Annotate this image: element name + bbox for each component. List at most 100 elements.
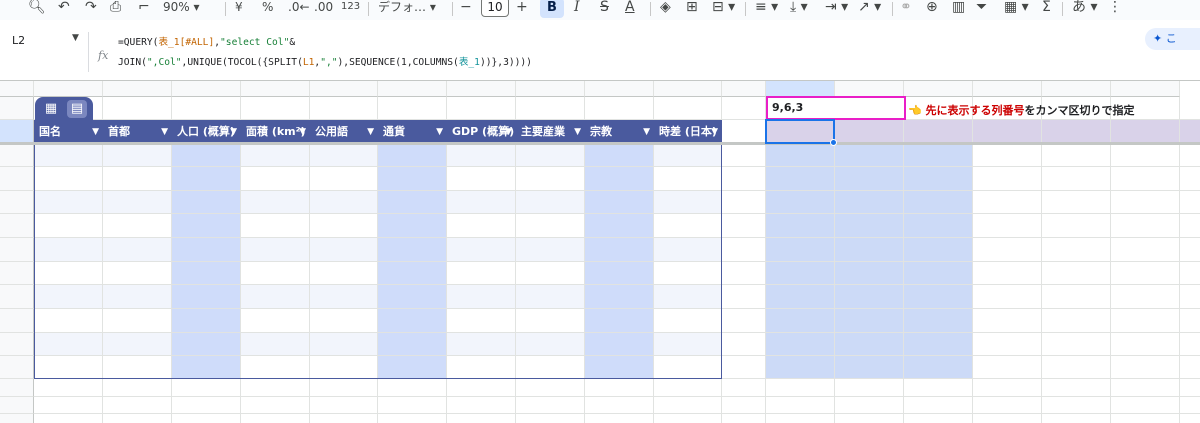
result-cell[interactable] (835, 333, 904, 356)
column-header-a[interactable] (34, 81, 103, 97)
column-header-g[interactable] (447, 81, 516, 97)
insert-link-icon[interactable]: ⚭ (900, 0, 912, 18)
result-cell[interactable] (1042, 167, 1111, 190)
table-icon[interactable]: ▦ (41, 100, 61, 118)
l1-input-cell[interactable]: 9,6,3 (766, 96, 906, 120)
row-header-14[interactable] (0, 397, 34, 414)
column-header-p[interactable] (1042, 81, 1111, 97)
column-header-c[interactable] (172, 81, 241, 97)
result-cell[interactable] (1042, 262, 1111, 285)
result-cell[interactable] (973, 356, 1042, 379)
freeze-divider[interactable] (0, 142, 1200, 145)
result-cell[interactable] (1111, 167, 1180, 190)
result-cell[interactable] (904, 214, 973, 237)
row-header-7[interactable] (0, 238, 34, 262)
functions-icon[interactable]: Σ (1042, 0, 1051, 18)
more-icon[interactable]: ⋮ (1108, 0, 1122, 18)
bold-button[interactable]: B (540, 0, 564, 18)
formula-input[interactable]: =QUERY(表_1[#ALL],"select Col"& JOIN(",Co… (118, 33, 532, 73)
result-cell[interactable] (973, 285, 1042, 308)
result-cell[interactable] (973, 238, 1042, 261)
currency-format-button[interactable]: ¥ (235, 0, 243, 18)
column-header-i[interactable] (585, 81, 654, 97)
filter-views-icon[interactable]: ▦ ▾ (1004, 0, 1029, 18)
row-header-3[interactable] (0, 144, 34, 167)
column-header-o[interactable] (973, 81, 1042, 97)
insert-chart-icon[interactable]: ▥ (952, 0, 965, 18)
result-cell[interactable] (1111, 191, 1180, 214)
result-cell[interactable] (835, 285, 904, 308)
result-cell[interactable] (766, 262, 835, 285)
result-cell[interactable] (766, 309, 835, 332)
row-header-2[interactable] (0, 120, 34, 144)
select-all-corner[interactable] (0, 81, 34, 97)
result-cell[interactable] (1111, 309, 1180, 332)
row-header-5[interactable] (0, 191, 34, 214)
font-size-decrease-icon[interactable]: − (460, 0, 472, 18)
result-cell[interactable] (1111, 285, 1180, 308)
column-header-e[interactable] (310, 81, 378, 97)
result-cell[interactable] (766, 214, 835, 237)
vertical-align-icon[interactable]: ⤓ ▾ (790, 0, 808, 18)
fill-color-icon[interactable]: ◈ (660, 0, 671, 18)
filter-icon[interactable]: ⏷ (976, 0, 987, 18)
result-cell[interactable] (904, 262, 973, 285)
font-size-increase-icon[interactable]: + (516, 0, 528, 18)
result-cell[interactable] (1042, 333, 1111, 356)
result-cell[interactable] (1111, 356, 1180, 379)
row-header-11[interactable] (0, 333, 34, 356)
text-rotation-icon[interactable]: ↗ ▾ (858, 0, 881, 18)
text-wrap-icon[interactable]: ⇥ ▾ (825, 0, 848, 18)
result-cell[interactable] (1111, 333, 1180, 356)
strikethrough-icon[interactable]: S (600, 0, 609, 18)
result-cell[interactable] (1180, 167, 1200, 190)
result-cell[interactable] (766, 333, 835, 356)
result-cell[interactable] (1180, 191, 1200, 214)
row-header-10[interactable] (0, 309, 34, 333)
result-cell[interactable] (1042, 238, 1111, 261)
column-header-d[interactable] (241, 81, 310, 97)
column-header-f[interactable] (378, 81, 447, 97)
font-family-select[interactable]: デフォ… ▾ (378, 0, 436, 18)
column-header-l[interactable] (766, 81, 835, 97)
column-header-q[interactable] (1111, 81, 1180, 97)
insert-comment-icon[interactable]: ⊕ (926, 0, 938, 18)
result-cell[interactable] (1180, 285, 1200, 308)
column-header-n[interactable] (904, 81, 973, 97)
result-cell[interactable] (904, 167, 973, 190)
result-cell[interactable] (1042, 191, 1111, 214)
result-cell[interactable] (904, 144, 973, 167)
result-cell[interactable] (766, 191, 835, 214)
result-cell[interactable] (973, 333, 1042, 356)
result-cell[interactable] (835, 356, 904, 379)
result-cell[interactable] (1111, 144, 1180, 167)
result-cell[interactable] (766, 144, 835, 167)
column-header-m[interactable] (835, 81, 904, 97)
result-cell[interactable] (1042, 356, 1111, 379)
row-header-15[interactable] (0, 414, 34, 423)
column-header-k[interactable] (722, 81, 766, 97)
spreadsheet-grid[interactable]: 国名 ▼ 首都 ▼ 人口 (概算) ▼ 面積 (km²) ▼ 公用語 ▼ 通貨 ▼ GDP (概算) ▼ 主… (0, 80, 1200, 423)
gemini-button[interactable]: ✦ こ (1145, 28, 1200, 50)
result-header-cell[interactable] (1111, 120, 1180, 144)
result-cell[interactable] (904, 356, 973, 379)
row-header-6[interactable] (0, 214, 34, 238)
result-header-cell[interactable] (973, 120, 1042, 144)
result-cell[interactable] (835, 309, 904, 332)
table-grouped-view-icon[interactable]: ▤ (67, 100, 87, 118)
input-tools-select[interactable]: あ ▾ (1072, 0, 1097, 18)
result-cell[interactable] (1180, 262, 1200, 285)
column-header-j[interactable] (654, 81, 722, 97)
column-header-b[interactable] (103, 81, 172, 97)
merge-cells-icon[interactable]: ⊟ ▾ (712, 0, 735, 18)
result-cell[interactable] (904, 238, 973, 261)
search-menus-icon[interactable]: 🔍︎ (28, 0, 46, 18)
result-cell[interactable] (835, 262, 904, 285)
result-cell[interactable] (1180, 356, 1200, 379)
paint-format-icon[interactable]: ⌐ (138, 0, 150, 18)
increase-decimal-icon[interactable]: .00 (314, 0, 333, 18)
result-cell[interactable] (973, 167, 1042, 190)
row-header-1[interactable] (0, 97, 34, 120)
result-cell[interactable] (973, 262, 1042, 285)
result-cell[interactable] (973, 214, 1042, 237)
